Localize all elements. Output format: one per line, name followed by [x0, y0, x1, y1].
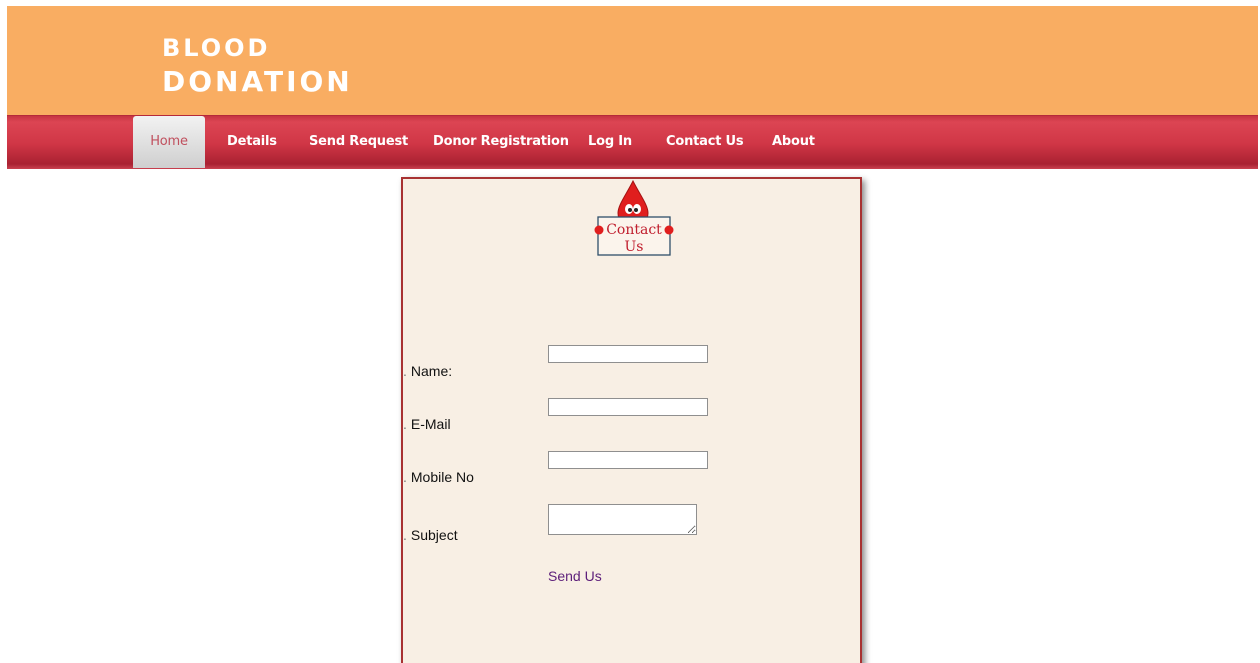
- main-nav: Home Details Send Request Donor Registra…: [7, 115, 1258, 169]
- nav-donor-registration[interactable]: Donor Registration: [433, 116, 569, 168]
- mobile-input[interactable]: [548, 451, 708, 469]
- site-header: BLOOD DONATION: [7, 6, 1258, 115]
- nav-contact-us[interactable]: Contact Us: [666, 116, 744, 168]
- nav-home[interactable]: Home: [133, 116, 205, 168]
- page: BLOOD DONATION Home Details Send Request…: [0, 0, 1260, 663]
- send-us-button[interactable]: Send Us: [548, 568, 602, 584]
- logo-text-us: Us: [625, 239, 644, 255]
- name-input[interactable]: [548, 345, 708, 363]
- site-brand[interactable]: BLOOD DONATION: [162, 31, 353, 99]
- brand-line-2: DONATION: [162, 65, 353, 98]
- brand-line-1: BLOOD: [162, 34, 271, 62]
- nav-log-in[interactable]: Log In: [588, 116, 632, 168]
- email-label: . E-Mail: [403, 416, 451, 432]
- logo-text-contact: Contact: [606, 222, 662, 238]
- name-label: . Name:: [403, 363, 453, 379]
- email-input[interactable]: [548, 398, 708, 416]
- nav-details[interactable]: Details: [227, 116, 277, 168]
- contact-form-card: Contact Us . Name: . E-Mail . Mobile No . Su…: [401, 177, 862, 663]
- contact-us-logo: Contact Us: [594, 179, 674, 256]
- subject-textarea[interactable]: [548, 504, 697, 535]
- subject-label: . Subject: [403, 527, 458, 543]
- nav-send-request[interactable]: Send Request: [309, 116, 408, 168]
- nav-about[interactable]: About: [772, 116, 815, 168]
- mobile-label: . Mobile No: [403, 469, 474, 485]
